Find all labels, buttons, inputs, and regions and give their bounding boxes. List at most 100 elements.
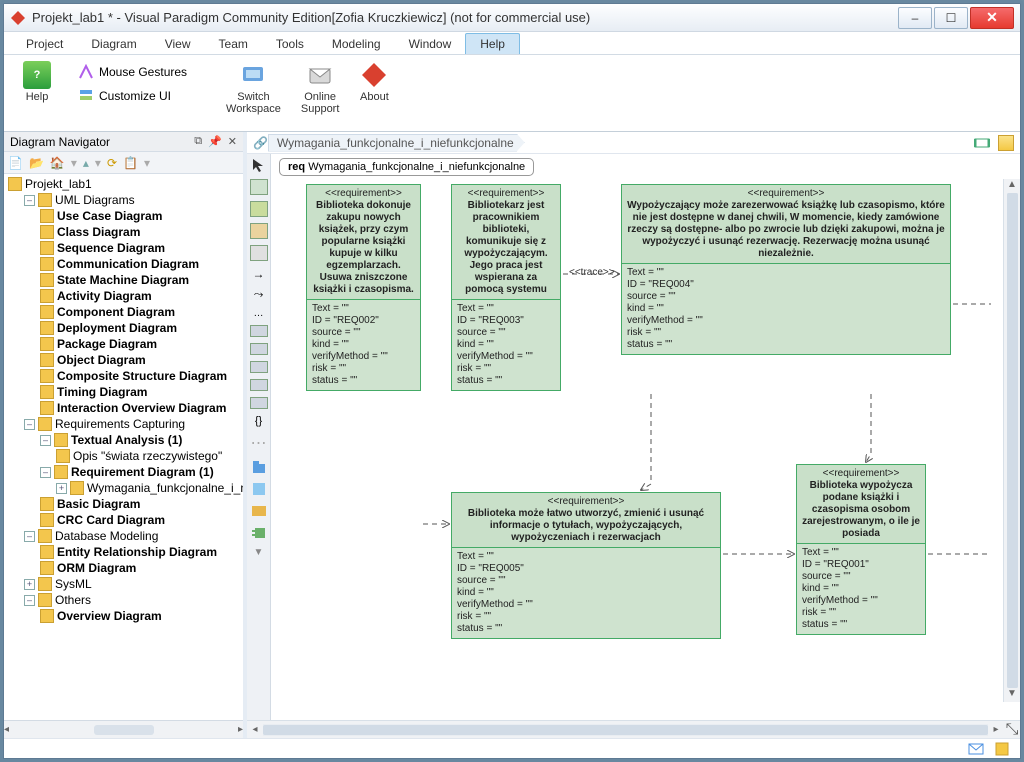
- palette-item-icon[interactable]: [250, 361, 268, 373]
- collapse-icon[interactable]: –: [40, 467, 51, 478]
- tree-item[interactable]: Sequence Diagram: [57, 240, 165, 256]
- palette-class-icon[interactable]: [251, 481, 267, 497]
- minimize-button[interactable]: –: [898, 7, 932, 29]
- palette-arrow-icon[interactable]: →: [253, 267, 265, 281]
- ribbon-mouse-gestures[interactable]: Mouse Gestures: [68, 61, 197, 83]
- tree-item[interactable]: Object Diagram: [57, 352, 146, 368]
- breadcrumb-item[interactable]: Wymagania_funkcjonalne_i_niefunkcjonalne: [268, 134, 525, 152]
- tree-item[interactable]: Package Diagram: [57, 336, 157, 352]
- palette-braces-icon[interactable]: {}: [255, 415, 262, 427]
- expand-icon[interactable]: +: [24, 579, 35, 590]
- palette-component-icon[interactable]: [251, 525, 267, 541]
- palette-model-icon[interactable]: [250, 201, 268, 217]
- palette-down-icon[interactable]: ▼: [254, 547, 264, 558]
- tree-db[interactable]: Database Modeling: [55, 528, 158, 544]
- tree-item[interactable]: Composite Structure Diagram: [57, 368, 227, 384]
- close-button[interactable]: ✕: [970, 7, 1014, 29]
- tree-basic[interactable]: Basic Diagram: [57, 496, 140, 512]
- requirement-req004[interactable]: <<requirement>>Wypożyczający może zareze…: [621, 184, 951, 355]
- maximize-button[interactable]: ☐: [934, 7, 968, 29]
- breadcrumb-link-icon[interactable]: 🔗: [253, 136, 268, 150]
- tree-textual-child[interactable]: Opis "świata rzeczywistego": [73, 448, 222, 464]
- tree-item[interactable]: State Machine Diagram: [57, 272, 189, 288]
- tree-item[interactable]: ORM Diagram: [57, 560, 136, 576]
- tree-item[interactable]: Communication Diagram: [57, 256, 199, 272]
- tree-uml[interactable]: UML Diagrams: [55, 192, 135, 208]
- navigator-tree[interactable]: Projekt_lab1 – UML Diagrams Use Case Diag…: [4, 174, 243, 720]
- ribbon-customize-ui[interactable]: Customize UI: [68, 85, 197, 107]
- tree-item[interactable]: Use Case Diagram: [57, 208, 162, 224]
- cursor-tool-icon[interactable]: [251, 157, 267, 173]
- menu-view[interactable]: View: [151, 34, 205, 54]
- ribbon-help[interactable]: ? Help: [12, 59, 62, 105]
- open-folder-icon[interactable]: [998, 135, 1014, 151]
- palette-item-icon[interactable]: [250, 397, 268, 409]
- fit-icon[interactable]: [974, 135, 990, 151]
- tree-textual[interactable]: Textual Analysis (1): [71, 432, 182, 448]
- requirement-req001[interactable]: <<requirement>>Biblioteka wypożycza poda…: [796, 464, 926, 635]
- palette-testcase-icon[interactable]: [250, 223, 268, 239]
- nav-refresh-icon[interactable]: ⟳: [107, 156, 117, 170]
- tree-item[interactable]: Entity Relationship Diagram: [57, 544, 217, 560]
- tree-item[interactable]: Deployment Diagram: [57, 320, 177, 336]
- requirement-req005[interactable]: <<requirement>>Biblioteka może łatwo utw…: [451, 492, 721, 639]
- note-icon[interactable]: [994, 741, 1010, 757]
- tree-item[interactable]: Overview Diagram: [57, 608, 162, 624]
- tree-sysml[interactable]: SysML: [55, 576, 92, 592]
- tree-root[interactable]: Projekt_lab1: [25, 176, 92, 192]
- tree-crc[interactable]: CRC Card Diagram: [57, 512, 165, 528]
- navigator-hscroll[interactable]: ◂ ▸: [4, 720, 243, 738]
- collapse-icon[interactable]: –: [40, 435, 51, 446]
- palette-note-icon[interactable]: [250, 245, 268, 261]
- navigator-pin-icon[interactable]: 📌: [208, 135, 222, 148]
- canvas-vscroll[interactable]: ▲▼: [1003, 179, 1020, 702]
- menu-window[interactable]: Window: [395, 34, 466, 54]
- menu-diagram[interactable]: Diagram: [77, 34, 150, 54]
- palette-req-icon[interactable]: [250, 179, 268, 195]
- collapse-icon[interactable]: –: [24, 531, 35, 542]
- palette-item-icon[interactable]: [250, 325, 268, 337]
- collapse-icon[interactable]: –: [24, 595, 35, 606]
- tree-item[interactable]: Activity Diagram: [57, 288, 152, 304]
- tree-item[interactable]: Interaction Overview Diagram: [57, 400, 226, 416]
- navigator-restore-icon[interactable]: ⧉: [194, 135, 202, 148]
- palette-item-icon[interactable]: [250, 343, 268, 355]
- nav-new-icon[interactable]: 📄: [8, 156, 23, 170]
- folder-icon: [40, 273, 54, 287]
- nav-copy-icon[interactable]: 📋: [123, 156, 138, 170]
- tree-item[interactable]: Timing Diagram: [57, 384, 147, 400]
- palette-package-icon[interactable]: [251, 459, 267, 475]
- palette-dash-icon[interactable]: ⤳: [254, 287, 264, 302]
- mail-icon[interactable]: [968, 741, 984, 757]
- nav-up-icon[interactable]: ▴: [83, 156, 89, 170]
- diagram-canvas[interactable]: req Wymagania_funkcjonalne_i_niefunkcjon…: [271, 154, 1020, 720]
- ribbon-online-support[interactable]: Online Support: [291, 59, 350, 117]
- ribbon-about[interactable]: About: [349, 59, 399, 105]
- tree-item[interactable]: Class Diagram: [57, 224, 140, 240]
- tree-reqdiag[interactable]: Requirement Diagram (1): [71, 464, 214, 480]
- tree-others[interactable]: Others: [55, 592, 91, 608]
- collapse-icon[interactable]: –: [24, 419, 35, 430]
- palette-image-icon[interactable]: [251, 503, 267, 519]
- menu-project[interactable]: Project: [12, 34, 77, 54]
- navigator-close-icon[interactable]: ✕: [228, 135, 237, 148]
- requirement-req003[interactable]: <<requirement>>Bibliotekarz jest pracown…: [451, 184, 561, 391]
- menu-team[interactable]: Team: [205, 34, 262, 54]
- nav-nav-icon[interactable]: 🏠: [50, 156, 65, 170]
- menu-help[interactable]: Help: [465, 33, 520, 54]
- folder-icon: [40, 561, 54, 575]
- requirement-req002[interactable]: <<requirement>>Biblioteka dokonuje zakup…: [306, 184, 421, 391]
- tree-reqdiag-child[interactable]: Wymagania_funkcjonalne_i_niefunkcjonalne: [87, 480, 243, 496]
- expand-icon[interactable]: +: [56, 483, 67, 494]
- resize-grip-icon[interactable]: ⤡: [1004, 721, 1020, 739]
- tree-item[interactable]: Component Diagram: [57, 304, 175, 320]
- menu-tools[interactable]: Tools: [262, 34, 318, 54]
- menu-modeling[interactable]: Modeling: [318, 34, 395, 54]
- palette-dot-icon[interactable]: …: [254, 308, 264, 319]
- ribbon-switch-workspace[interactable]: Switch Workspace: [216, 59, 291, 117]
- nav-folder-icon[interactable]: 📂: [29, 156, 44, 170]
- canvas-hscroll[interactable]: ◂▸ ⤡: [247, 720, 1020, 738]
- tree-req[interactable]: Requirements Capturing: [55, 416, 185, 432]
- collapse-icon[interactable]: –: [24, 195, 35, 206]
- palette-item-icon[interactable]: [250, 379, 268, 391]
